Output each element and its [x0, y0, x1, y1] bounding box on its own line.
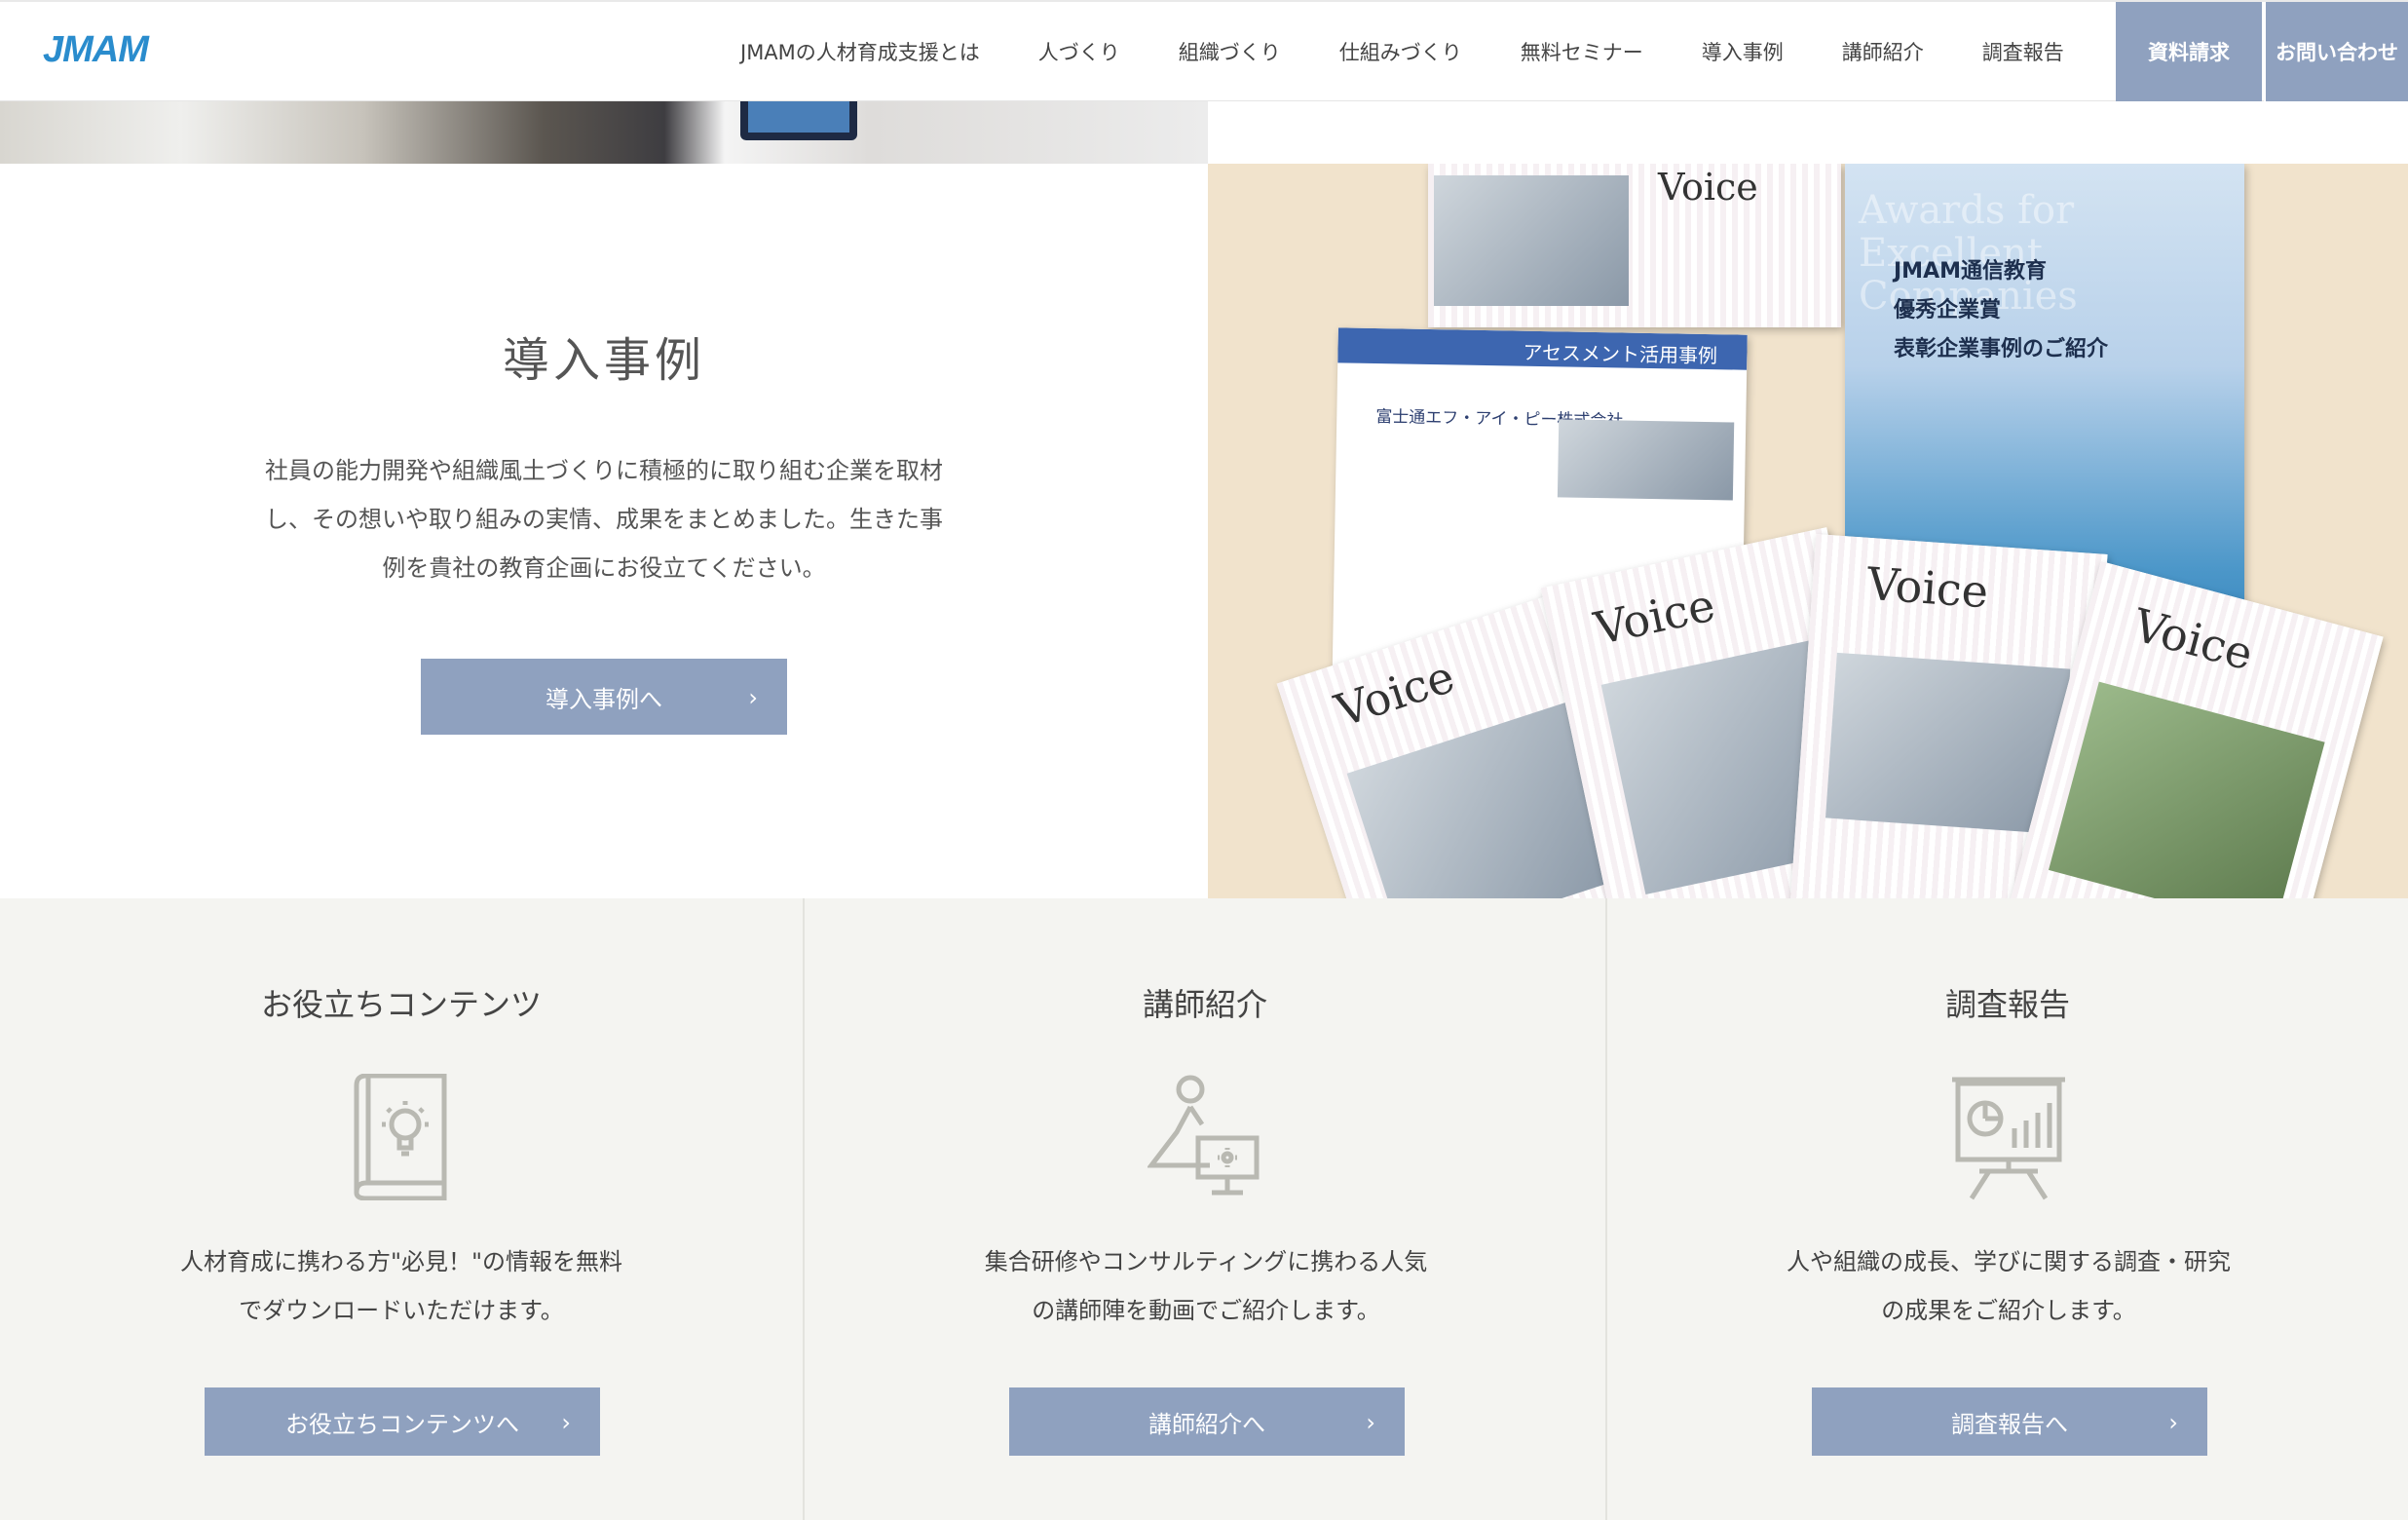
nav-item-organization[interactable]: 組織づくり	[1179, 37, 1281, 66]
logo-text: JMAM	[43, 29, 149, 70]
useful-contents-button-label: お役立ちコンテンツへ	[285, 1410, 519, 1438]
chart-board-icon	[1952, 1077, 2065, 1200]
column-desc-line: 人や組織の成長、学びに関する調査・研究	[1787, 1248, 2231, 1275]
awards-line: 優秀企業賞	[1894, 298, 2002, 323]
voice-label: Voice	[1865, 556, 1990, 619]
lecturer-monitor-icon	[1148, 1075, 1260, 1196]
features-section: お役立ちコンテンツ 人材育成に携わる方"必見！"の情報を無料 でダウンロードいた…	[0, 898, 2408, 1520]
book-lightbulb-icon	[354, 1074, 447, 1200]
column-description: 集合研修やコンサルティングに携わる人気 の講師陣を動画でご紹介します。	[902, 1237, 1510, 1335]
useful-contents-button[interactable]: お役立ちコンテンツへ ›	[205, 1387, 600, 1456]
lecturers-button-label: 講師紹介へ	[1148, 1410, 1265, 1438]
column-desc-line: 人材育成に携わる方"必見！"の情報を無料	[179, 1248, 623, 1275]
column-description: 人材育成に携わる方"必見！"の情報を無料 でダウンロードいただけます。	[97, 1237, 705, 1335]
nav-item-people[interactable]: 人づくり	[1038, 37, 1120, 66]
case-desc-line: 社員の能力開発や組織風土づくりに積極的に取り組む企業を取材	[265, 457, 943, 484]
research-button-label: 調査報告へ	[1951, 1410, 2068, 1438]
case-study-button[interactable]: 導入事例へ ›	[421, 659, 787, 735]
case-study-title: 導入事例	[502, 333, 705, 388]
hero-photo-strip	[0, 101, 1208, 164]
column-title: 講師紹介	[1142, 986, 1267, 1023]
column-desc-line: の講師陣を動画でご紹介します。	[1032, 1297, 1380, 1324]
case-study-button-label: 導入事例へ	[546, 685, 662, 713]
column-desc-line: の成果をご紹介します。	[1881, 1297, 2136, 1324]
case-desc-line: し、その想いや取り組みの実情、成果をまとめました。生きた事	[265, 506, 943, 533]
chevron-right-icon: ›	[748, 684, 758, 711]
nav-item-lecturers[interactable]: 講師紹介	[1842, 37, 1924, 66]
lecturers-column: 講師紹介 集合研修やコンサルティングに携わる人気 の講師陣を動画でご紹介します。…	[803, 898, 1605, 1520]
voice-booklet-04: Voice	[1428, 164, 1841, 327]
jmam-logo[interactable]: JMAM	[43, 29, 149, 72]
assessment-title: アセスメント活用事例	[1523, 340, 1718, 368]
request-documents-button[interactable]: 資料請求	[2116, 2, 2262, 101]
lecturers-button[interactable]: 講師紹介へ ›	[1009, 1387, 1405, 1456]
nav-item-systems[interactable]: 仕組みづくり	[1339, 37, 1462, 66]
column-title: 調査報告	[1944, 986, 2070, 1023]
awards-line: JMAM通信教育	[1894, 259, 2047, 284]
contact-button[interactable]: お問い合わせ	[2264, 2, 2408, 101]
case-study-photo: Voice アセスメント活用事例 富士通エフ・アイ・ピー株式会社 Awards …	[1208, 164, 2408, 898]
column-desc-line: でダウンロードいただけます。	[239, 1297, 564, 1324]
main-nav: JMAMの人材育成支援とは 人づくり 組織づくり 仕組みづくり 無料セミナー 導…	[740, 2, 2123, 101]
nav-item-cases[interactable]: 導入事例	[1702, 37, 1784, 66]
nav-item-research[interactable]: 調査報告	[1982, 37, 2064, 66]
site-header: JMAM JMAMの人材育成支援とは 人づくり 組織づくり 仕組みづくり 無料セ…	[0, 0, 2408, 101]
awards-line: 表彰企業事例のご紹介	[1894, 337, 2109, 361]
chevron-right-icon: ›	[2168, 1409, 2178, 1436]
chevron-right-icon: ›	[1366, 1409, 1375, 1436]
case-study-description: 社員の能力開発や組織風土づくりに積極的に取り組む企業を取材 し、その想いや取り組…	[224, 446, 984, 592]
laptop-image	[740, 101, 857, 140]
research-button[interactable]: 調査報告へ ›	[1812, 1387, 2207, 1456]
chevron-right-icon: ›	[561, 1409, 571, 1436]
voice-label: Voice	[1658, 166, 1758, 209]
nav-item-seminar[interactable]: 無料セミナー	[1521, 37, 1643, 66]
case-desc-line: 例を貴社の教育企画にお役立てください。	[382, 554, 826, 582]
column-description: 人や組織の成長、学びに関する調査・研究 の成果をご紹介します。	[1705, 1237, 2313, 1335]
column-title: お役立ちコンテンツ	[260, 986, 542, 1023]
useful-contents-column: お役立ちコンテンツ 人材育成に携わる方"必見！"の情報を無料 でダウンロードいた…	[0, 898, 803, 1520]
nav-item-about[interactable]: JMAMの人材育成支援とは	[740, 37, 980, 66]
column-desc-line: 集合研修やコンサルティングに携わる人気	[984, 1248, 1428, 1275]
research-column: 調査報告 人や組織の成長、学びに関する調査・研究 の成果をご紹介します。 調査報…	[1605, 898, 2408, 1520]
